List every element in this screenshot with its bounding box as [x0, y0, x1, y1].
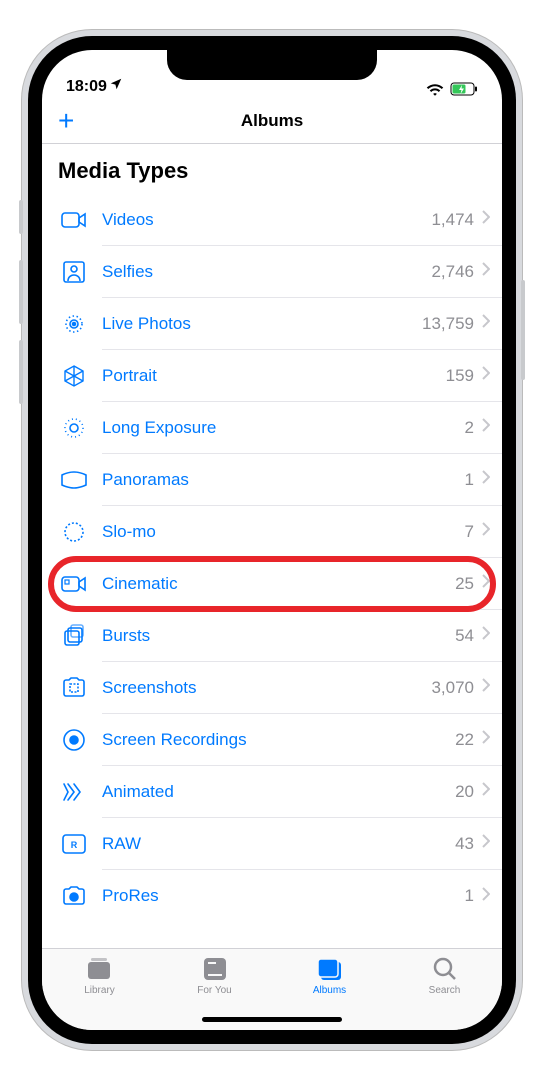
- status-time: 18:09: [66, 78, 107, 96]
- slo-mo-icon: [58, 518, 90, 546]
- chevron-right-icon: [482, 574, 490, 593]
- screen: 18:09: [42, 50, 502, 1030]
- chevron-right-icon: [482, 366, 490, 385]
- animated-icon: [58, 778, 90, 806]
- media-type-row-prores[interactable]: ProRes1: [42, 870, 502, 922]
- volume-up: [19, 260, 23, 324]
- media-type-row-screen-recordings[interactable]: Screen Recordings22: [42, 714, 502, 766]
- battery-icon: [450, 82, 478, 96]
- row-label: Animated: [102, 782, 455, 802]
- row-label: Selfies: [102, 262, 431, 282]
- row-label: Long Exposure: [102, 418, 465, 438]
- row-label: RAW: [102, 834, 455, 854]
- bursts-icon: [58, 622, 90, 650]
- row-count: 1: [465, 886, 474, 906]
- row-count: 3,070: [431, 678, 474, 698]
- selfies-icon: [58, 258, 90, 286]
- chevron-right-icon: [482, 730, 490, 749]
- library-icon: [85, 955, 115, 983]
- home-indicator[interactable]: [202, 1017, 342, 1022]
- media-type-row-portrait[interactable]: Portrait159: [42, 350, 502, 402]
- phone-frame: 18:09: [22, 30, 522, 1050]
- tab-label: Library: [84, 985, 115, 996]
- raw-icon: R: [58, 830, 90, 858]
- long-exposure-icon: [58, 414, 90, 442]
- nav-header: + Albums: [42, 98, 502, 144]
- chevron-right-icon: [482, 262, 490, 281]
- media-type-row-videos[interactable]: Videos1,474: [42, 194, 502, 246]
- media-type-row-raw[interactable]: R RAW43: [42, 818, 502, 870]
- search-icon: [432, 955, 458, 983]
- tab-label: Search: [429, 985, 461, 996]
- row-count: 1,474: [431, 210, 474, 230]
- prores-icon: [58, 882, 90, 910]
- media-type-list: Videos1,474Selfies2,746Live Photos13,759…: [42, 194, 502, 922]
- tab-label: Albums: [313, 985, 346, 996]
- row-count: 54: [455, 626, 474, 646]
- media-type-row-screenshots[interactable]: Screenshots3,070: [42, 662, 502, 714]
- portrait-icon: [58, 362, 90, 390]
- media-type-row-animated[interactable]: Animated20: [42, 766, 502, 818]
- media-type-row-selfies[interactable]: Selfies2,746: [42, 246, 502, 298]
- screen-recordings-icon: [58, 726, 90, 754]
- chevron-right-icon: [482, 626, 490, 645]
- row-label: Live Photos: [102, 314, 422, 334]
- nav-title: Albums: [241, 111, 303, 131]
- tab-search[interactable]: Search: [410, 955, 480, 1030]
- media-type-row-cinematic[interactable]: Cinematic25: [42, 558, 502, 610]
- row-label: Cinematic: [102, 574, 455, 594]
- row-label: Screenshots: [102, 678, 431, 698]
- media-type-row-bursts[interactable]: Bursts54: [42, 610, 502, 662]
- row-count: 20: [455, 782, 474, 802]
- chevron-right-icon: [482, 314, 490, 333]
- location-icon: [109, 77, 123, 96]
- wifi-icon: [426, 82, 444, 96]
- live-photos-icon: [58, 310, 90, 338]
- volume-down: [19, 340, 23, 404]
- silence-switch: [19, 200, 23, 234]
- svg-text:R: R: [71, 840, 78, 850]
- chevron-right-icon: [482, 678, 490, 697]
- row-count: 2,746: [431, 262, 474, 282]
- row-count: 159: [446, 366, 474, 386]
- row-count: 2: [465, 418, 474, 438]
- chevron-right-icon: [482, 834, 490, 853]
- tab-label: For You: [197, 985, 231, 996]
- section-header: Media Types: [42, 144, 502, 194]
- media-type-row-slo-mo[interactable]: Slo-mo7: [42, 506, 502, 558]
- chevron-right-icon: [482, 210, 490, 229]
- chevron-right-icon: [482, 782, 490, 801]
- row-label: Panoramas: [102, 470, 465, 490]
- chevron-right-icon: [482, 470, 490, 489]
- videos-icon: [58, 206, 90, 234]
- row-label: Screen Recordings: [102, 730, 455, 750]
- row-count: 13,759: [422, 314, 474, 334]
- chevron-right-icon: [482, 418, 490, 437]
- panoramas-icon: [58, 466, 90, 494]
- albums-icon: [315, 955, 345, 983]
- chevron-right-icon: [482, 522, 490, 541]
- add-button[interactable]: +: [58, 105, 74, 137]
- notch: [167, 50, 377, 80]
- row-count: 43: [455, 834, 474, 854]
- cinematic-icon: [58, 570, 90, 598]
- row-label: Slo-mo: [102, 522, 465, 542]
- screenshots-icon: [58, 674, 90, 702]
- row-count: 1: [465, 470, 474, 490]
- power-button: [521, 280, 525, 380]
- row-label: Portrait: [102, 366, 446, 386]
- row-label: Bursts: [102, 626, 455, 646]
- media-type-row-long-exposure[interactable]: Long Exposure2: [42, 402, 502, 454]
- row-label: Videos: [102, 210, 431, 230]
- row-label: ProRes: [102, 886, 465, 906]
- chevron-right-icon: [482, 887, 490, 906]
- media-type-row-panoramas[interactable]: Panoramas1: [42, 454, 502, 506]
- row-count: 7: [465, 522, 474, 542]
- row-count: 25: [455, 574, 474, 594]
- row-count: 22: [455, 730, 474, 750]
- foryou-icon: [202, 955, 228, 983]
- media-type-row-live-photos[interactable]: Live Photos13,759: [42, 298, 502, 350]
- tab-library[interactable]: Library: [65, 955, 135, 1030]
